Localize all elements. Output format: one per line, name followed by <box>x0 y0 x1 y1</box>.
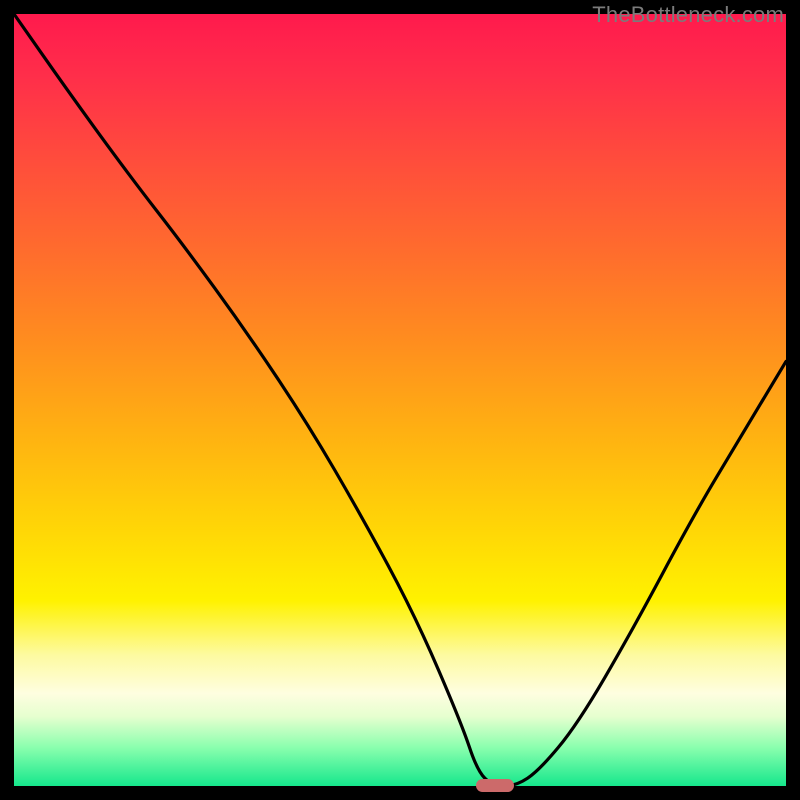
chart-frame: TheBottleneck.com <box>0 0 800 800</box>
optimal-marker <box>476 779 514 792</box>
gradient-plot-area <box>14 14 786 786</box>
watermark-text: TheBottleneck.com <box>592 2 784 28</box>
